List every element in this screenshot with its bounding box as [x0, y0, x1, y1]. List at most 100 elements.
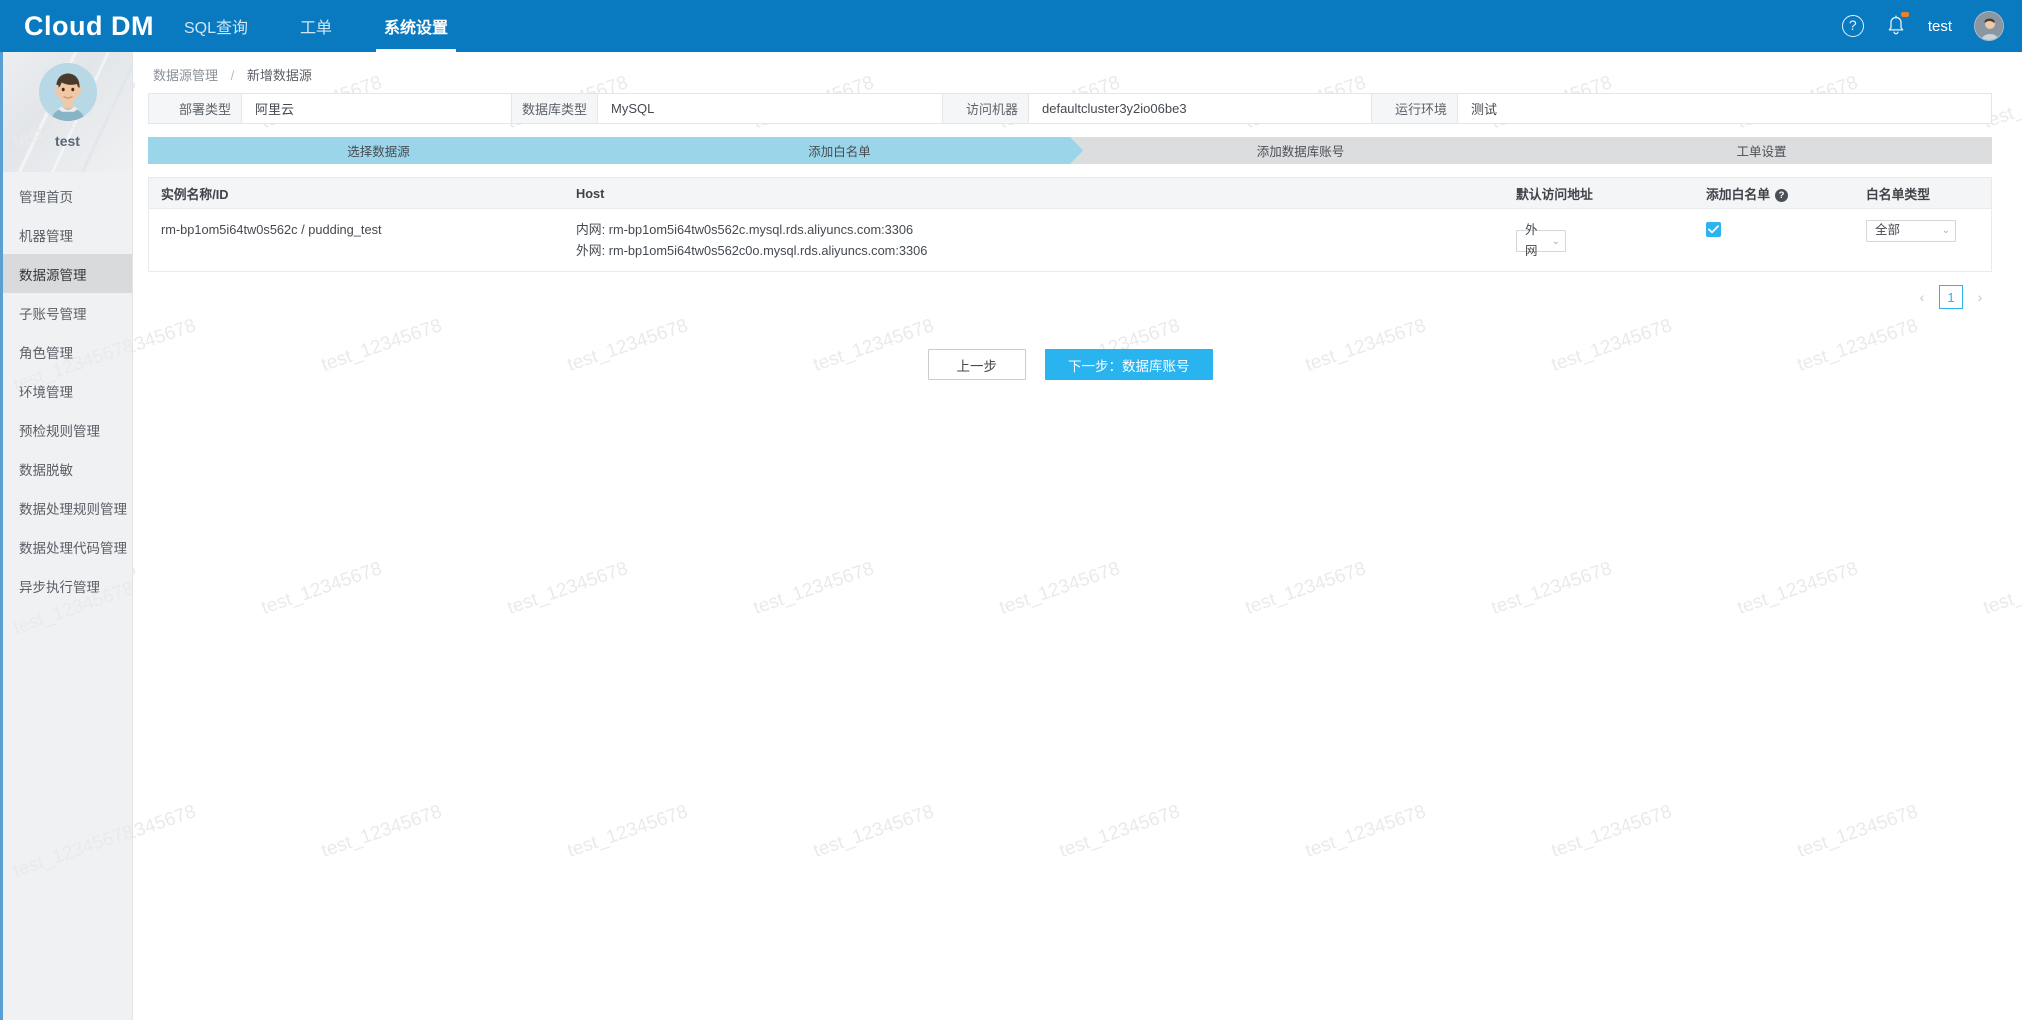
pagination-prev-icon[interactable]: ‹	[1912, 285, 1932, 309]
pagination-page-1[interactable]: 1	[1939, 285, 1963, 309]
add-whitelist-checkbox[interactable]	[1706, 222, 1721, 237]
breadcrumb-parent[interactable]: 数据源管理	[153, 68, 218, 83]
column-header-add-whitelist: 添加白名单?	[1694, 184, 1854, 203]
sidebar-avatar[interactable]	[38, 63, 97, 121]
step-select-datasource[interactable]: 选择数据源	[148, 137, 622, 164]
watermark-text: test_12345678	[133, 801, 199, 862]
previous-step-button[interactable]: 上一步	[927, 349, 1026, 380]
deploy-type-label: 部署类型	[149, 94, 242, 123]
db-type-label: 数据库类型	[512, 94, 598, 123]
watermark-text: test_12345678	[10, 821, 133, 882]
sidebar-item-data-processing-code-management[interactable]: 数据处理代码管理	[3, 527, 132, 566]
brand-logo-dm: DM	[110, 10, 154, 41]
cell-instance-name: rm-bp1om5i64tw0s562c / pudding_test	[161, 222, 382, 237]
column-header-whitelist-type: 白名单类型	[1866, 186, 1930, 202]
next-step-button[interactable]: 下一步：数据库账号	[1045, 349, 1213, 380]
step-label: 添加数据库账号	[1256, 145, 1345, 159]
host-internet-label: 外网:	[576, 243, 606, 258]
wizard-steps: 选择数据源 添加白名单 添加数据库账号 工单设置	[148, 137, 1992, 164]
watermark-text: test_12345678	[1056, 801, 1183, 862]
notifications-bell[interactable]	[1886, 12, 1909, 38]
host-internet-line: 外网: rm-bp1om5i64tw0s562c0o.mysql.rds.ali…	[576, 240, 1492, 261]
step-label: 添加白名单	[808, 145, 871, 159]
watermark-text: test_12345678	[1734, 558, 1861, 619]
nav-avatar[interactable]	[1974, 11, 2004, 41]
step-add-database-account[interactable]: 添加数据库账号	[1070, 137, 1544, 164]
sidebar-item-precheck-rule-management[interactable]: 预检规则管理	[3, 410, 132, 449]
watermark-text: test_12345678	[1302, 801, 1429, 862]
watermark-text: test_12345678	[1548, 801, 1675, 862]
access-machine-label: 访问机器	[943, 94, 1029, 123]
deploy-type-value[interactable]: 阿里云	[242, 94, 512, 123]
check-icon	[1708, 225, 1719, 234]
notification-badge	[1900, 12, 1909, 17]
help-icon[interactable]: ?	[1841, 15, 1864, 37]
sidebar-profile-name: test	[55, 133, 80, 149]
access-machine-value[interactable]: defaultcluster3y2io06be3	[1029, 94, 1372, 123]
tab-work-order[interactable]: 工单	[274, 0, 358, 52]
nav-right-cluster: ? test	[1841, 0, 2022, 52]
sidebar-item-label: 数据处理代码管理	[19, 540, 127, 556]
sidebar-item-data-processing-rule-management[interactable]: 数据处理规则管理	[3, 488, 132, 527]
step-arrow-icon	[609, 137, 622, 164]
cell-whitelist-type: 全部 ⌄	[1854, 219, 1984, 242]
host-intranet-label: 内网:	[576, 222, 606, 237]
breadcrumb-current: 新增数据源	[246, 68, 312, 83]
table-header-row: 实例名称/ID Host 默认访问地址 添加白名单? 白名单类型	[149, 178, 1991, 209]
step-add-whitelist[interactable]: 添加白名单	[609, 137, 1083, 164]
sidebar-item-label: 预检规则管理	[19, 423, 100, 439]
sidebar-item-sub-account-management[interactable]: 子账号管理	[3, 293, 132, 332]
sidebar-item-label: 数据处理规则管理	[19, 501, 127, 517]
whitelist-type-select-value: 全部	[1875, 223, 1901, 237]
bell-icon	[1888, 15, 1904, 35]
sidebar: test 管理首页 机器管理 数据源管理 子账号管理 角色管理 环境管理 预检规…	[0, 52, 133, 1020]
watermark-text: test_12345678	[318, 801, 445, 862]
avatar-icon	[1975, 12, 2003, 40]
step-label: 选择数据源	[347, 145, 410, 159]
column-header-default-address: 默认访问地址	[1516, 186, 1593, 202]
breadcrumb-separator: /	[230, 68, 235, 83]
nav-tabs: SQL查询 工单 系统设置	[158, 0, 474, 52]
sidebar-item-label: 数据源管理	[19, 267, 87, 283]
nav-username[interactable]: test	[1928, 18, 1952, 35]
step-arrow-icon	[1531, 137, 1544, 164]
watermark-text: test_12345678	[564, 801, 691, 862]
watermark-text: test_12345678	[1488, 558, 1615, 619]
cell-add-whitelist	[1694, 219, 1854, 240]
whitelist-help-icon[interactable]: ?	[1774, 188, 1788, 202]
watermark-text: test_12345678	[1980, 558, 2022, 619]
watermark-text: test_12345678	[504, 558, 631, 619]
watermark-text: test_12345678	[996, 558, 1123, 619]
sidebar-item-data-masking[interactable]: 数据脱敏	[3, 449, 132, 488]
default-address-select[interactable]: 外网 ⌄	[1516, 223, 1566, 258]
chevron-down-icon: ⌄	[1941, 225, 1950, 236]
app-root: Cloud DM SQL查询 工单 系统设置 ? test test 管理首页 …	[0, 0, 2022, 1020]
sidebar-item-machine-management[interactable]: 机器管理	[3, 215, 132, 254]
cell-host: 内网: rm-bp1om5i64tw0s562c.mysql.rds.aliyu…	[564, 219, 1504, 261]
brand-logo[interactable]: Cloud DM	[0, 0, 158, 52]
watermark-text: test_12345678	[1242, 558, 1369, 619]
host-intranet-line: 内网: rm-bp1om5i64tw0s562c.mysql.rds.aliyu…	[576, 219, 1492, 240]
tab-sql-query[interactable]: SQL查询	[158, 0, 274, 52]
chevron-down-icon: ⌄	[1551, 235, 1560, 247]
step-label: 工单设置	[1736, 145, 1787, 159]
whitelist-type-select[interactable]: 全部 ⌄	[1866, 219, 1956, 242]
avatar-icon	[38, 63, 97, 121]
db-type-value[interactable]: MySQL	[598, 94, 943, 123]
brand-logo-cloud: Cloud	[24, 10, 103, 41]
column-header-instance: 实例名称/ID	[161, 186, 229, 202]
host-internet-value: rm-bp1om5i64tw0s562c0o.mysql.rds.aliyunc…	[608, 243, 928, 258]
runtime-environment-value[interactable]: 测试	[1458, 94, 1991, 123]
watermark-text: test_12345678	[750, 558, 877, 619]
wizard-actions: 上一步 下一步：数据库账号	[148, 349, 1992, 380]
watermark-text: test_12345678	[1794, 801, 1921, 862]
page-content: 数据源管理 / 新增数据源 部署类型 阿里云 数据库类型 MySQL 访问机器 …	[133, 52, 2022, 380]
tab-system-settings[interactable]: 系统设置	[358, 0, 474, 52]
step-work-order-settings[interactable]: 工单设置	[1531, 137, 1992, 164]
sidebar-item-label: 子账号管理	[19, 306, 87, 322]
sidebar-item-datasource-management[interactable]: 数据源管理	[3, 254, 132, 293]
sidebar-item-admin-home[interactable]: 管理首页	[3, 176, 132, 215]
tab-system-settings-label: 系统设置	[384, 20, 449, 37]
top-navigation-bar: Cloud DM SQL查询 工单 系统设置 ? test	[0, 0, 2022, 52]
pagination-next-icon[interactable]: ›	[1970, 285, 1990, 309]
